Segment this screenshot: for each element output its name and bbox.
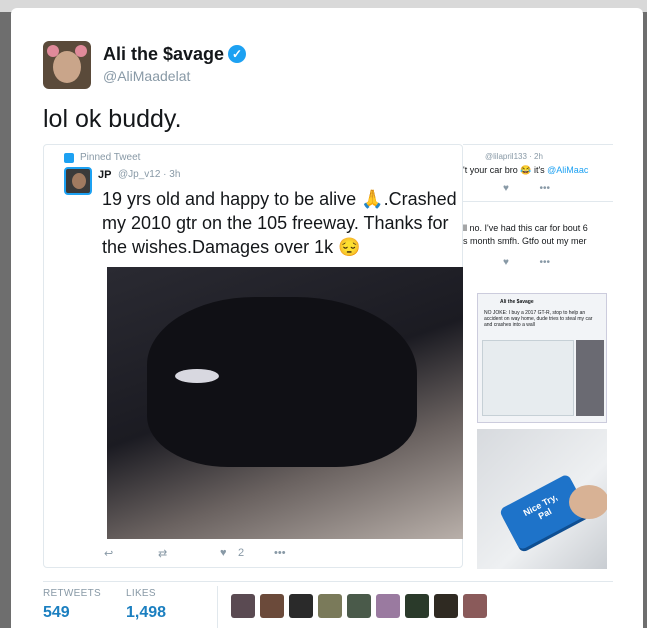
likes-count[interactable]: 1,498: [126, 604, 166, 622]
stats-divider: [43, 581, 613, 582]
quoted-handle[interactable]: @Jp_v12 · 3h: [118, 169, 180, 180]
car-photo[interactable]: [107, 267, 465, 539]
finger: [569, 485, 607, 519]
quoted-text: 19 yrs old and happy to be alive 🙏.Crash…: [102, 189, 457, 257]
liker-avatar[interactable]: [376, 594, 400, 618]
pin-icon: [64, 153, 74, 163]
reply-mention[interactable]: @AliMaac: [547, 165, 588, 175]
like-count: 2: [238, 547, 245, 559]
reply-handle: @lilapril133 · 2h: [485, 152, 543, 161]
thumbnail-text: NO JOKE: I buy a 2017 GT-R, stop to help…: [484, 310, 593, 328]
liker-avatar[interactable]: [347, 594, 371, 618]
reply-line-2: ll no. I've had this car for bout 6: [463, 223, 588, 233]
user-handle[interactable]: @AliMaadelat: [103, 68, 190, 84]
pinned-label: Pinned Tweet: [80, 152, 141, 163]
liker-avatar[interactable]: [260, 594, 284, 618]
likes-label: LIKES: [126, 588, 156, 599]
thumbnail-car: [576, 340, 604, 416]
like-icon[interactable]: ♥: [220, 547, 227, 559]
quoted-tweet[interactable]: Pinned Tweet JP @Jp_v12 · 3h 19 yrs old …: [43, 144, 465, 568]
reply-actions-2[interactable]: ♥ •••: [503, 257, 550, 268]
retweet-icon[interactable]: ⇄: [158, 547, 167, 560]
keyboard-image[interactable]: Nice Try, Pal: [477, 429, 607, 569]
tweet-text: lol ok buddy.: [43, 105, 182, 133]
liker-avatar[interactable]: [405, 594, 429, 618]
tweet-card: Ali the $avage ✓ @AliMaadelat lol ok bud…: [11, 8, 643, 628]
verified-badge-icon: ✓: [228, 45, 246, 63]
reply-line-3: s month smfh. Gtfo out my mer: [463, 236, 587, 246]
car-headlight: [175, 369, 219, 383]
quoted-name[interactable]: JP: [98, 169, 111, 181]
liker-avatar[interactable]: [231, 594, 255, 618]
liker-avatar[interactable]: [434, 594, 458, 618]
reply-thread-preview[interactable]: @lilapril133 · 2h 't your car bro 😂 it's…: [463, 144, 613, 569]
liker-avatar[interactable]: [289, 594, 313, 618]
thumbnail-document: [482, 340, 574, 416]
screenshot-thumbnail[interactable]: Ali the $avage NO JOKE: I buy a 2017 GT-…: [477, 293, 607, 423]
reply-divider: [463, 201, 613, 202]
more-icon[interactable]: •••: [274, 547, 286, 559]
reply-icon[interactable]: ↩: [104, 547, 113, 560]
avatar[interactable]: [43, 41, 91, 89]
display-name[interactable]: Ali the $avage: [103, 44, 224, 65]
liker-avatar[interactable]: [463, 594, 487, 618]
reply-actions-1[interactable]: ♥ •••: [503, 183, 550, 194]
reply-line-1: 't your car bro 😂 it's @AliMaac: [463, 165, 589, 175]
thumbnail-header: Ali the $avage: [500, 299, 534, 305]
liker-avatar[interactable]: [318, 594, 342, 618]
retweets-count[interactable]: 549: [43, 604, 70, 622]
quoted-avatar[interactable]: [64, 167, 92, 195]
retweets-label: RETWEETS: [43, 588, 101, 599]
stats-separator: [217, 586, 218, 628]
avatar-face: [53, 51, 81, 83]
quoted-actions: ↩ ⇄ ♥ 2 •••: [104, 547, 304, 561]
